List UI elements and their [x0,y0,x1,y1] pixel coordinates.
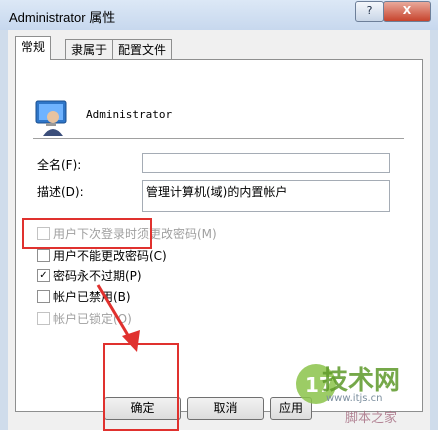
watermark-sub: 脚本之家 [345,411,398,426]
watermark-url: www.itjs.cn [326,393,383,404]
watermark-brand: 技术网 [322,366,401,396]
properties-window: Administrator 属性 ? X 常规 隶属于 配置文件 Adminis… [0,0,438,431]
tab-general[interactable]: 常规 [15,36,52,60]
highlight-box-ok-button [103,343,179,431]
